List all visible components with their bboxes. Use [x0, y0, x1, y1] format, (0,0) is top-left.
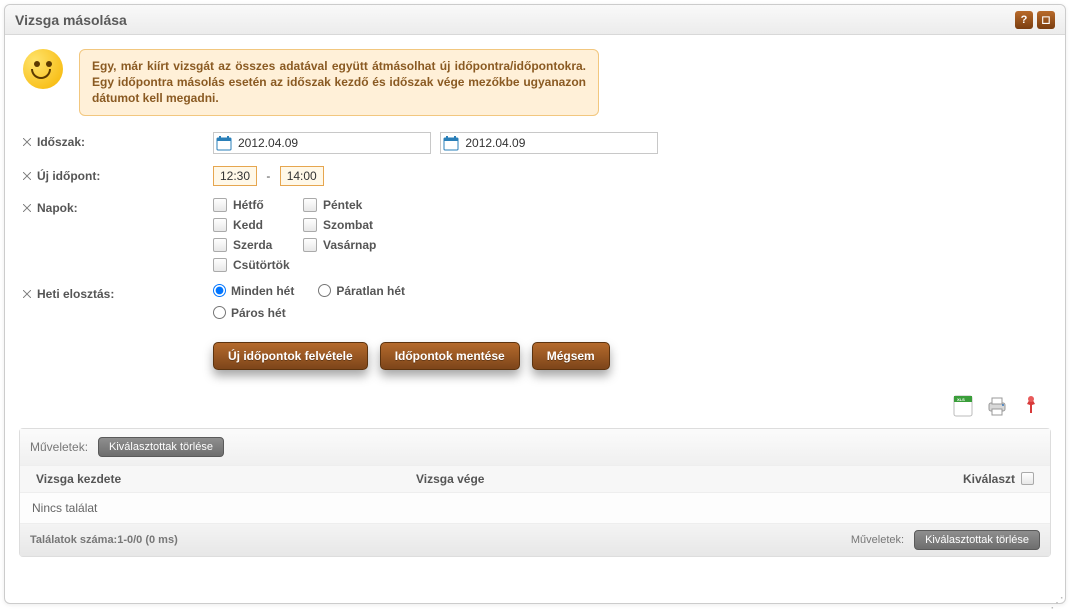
help-button[interactable]: ? [1015, 11, 1033, 29]
calendar-icon [443, 135, 459, 151]
svg-text:XLS: XLS [957, 397, 965, 402]
chk-sunday-box[interactable] [303, 238, 317, 252]
add-times-button[interactable]: Új időpontok felvétele [213, 342, 368, 370]
calendar-icon [216, 135, 232, 151]
col-header-end[interactable]: Vizsga vége [416, 472, 924, 486]
results-grid: Műveletek: Kiválasztottak törlése Vizsga… [19, 428, 1051, 557]
newtime-from-input[interactable] [213, 166, 257, 186]
label-newtime: Új időpont: [23, 166, 213, 183]
save-times-button[interactable]: Időpontok mentése [380, 342, 520, 370]
chk-tuesday[interactable]: Kedd [213, 218, 303, 232]
radio-every-week[interactable]: Minden hét [213, 284, 294, 298]
delete-selected-button-top[interactable]: Kiválasztottak törlése [98, 437, 224, 457]
period-start-field[interactable] [213, 132, 431, 154]
label-period: Időszak: [23, 132, 213, 149]
chk-friday[interactable]: Péntek [303, 198, 423, 212]
chk-monday-box[interactable] [213, 198, 227, 212]
chk-saturday-box[interactable] [303, 218, 317, 232]
pin-icon[interactable] [1017, 392, 1045, 420]
chk-friday-box[interactable] [303, 198, 317, 212]
chk-wednesday-box[interactable] [213, 238, 227, 252]
radio-odd-week[interactable]: Páratlan hét [318, 284, 405, 298]
radio-odd-week-input[interactable] [318, 284, 331, 297]
radio-even-week[interactable]: Páros hét [213, 306, 286, 320]
export-xls-icon[interactable]: XLS [949, 392, 977, 420]
chk-thursday[interactable]: Csütörtök [213, 258, 303, 272]
period-start-input[interactable] [238, 136, 388, 150]
chk-monday[interactable]: Hétfő [213, 198, 303, 212]
titlebar: Vizsga másolása ? ◻ [5, 5, 1065, 35]
smiley-icon [23, 49, 63, 89]
chk-wednesday[interactable]: Szerda [213, 238, 303, 252]
grid-footer-count: Találatok száma:1-0/0 (0 ms) [30, 534, 178, 546]
cancel-button[interactable]: Mégsem [532, 342, 610, 370]
newtime-to-input[interactable] [280, 166, 324, 186]
chk-thursday-box[interactable] [213, 258, 227, 272]
chk-sunday[interactable]: Vasárnap [303, 238, 423, 252]
grid-ops-label-bottom: Műveletek: [851, 534, 904, 546]
window-title: Vizsga másolása [15, 12, 127, 28]
grid-empty-row: Nincs találat [20, 493, 1050, 524]
label-weekdist: Heti elosztás: [23, 284, 213, 301]
label-days: Napok: [23, 198, 213, 215]
radio-even-week-input[interactable] [213, 306, 226, 319]
grid-ops-label: Műveletek: [30, 440, 88, 454]
select-all-checkbox[interactable] [1021, 472, 1034, 485]
delete-selected-button-bottom[interactable]: Kiválasztottak törlése [914, 530, 1040, 550]
period-end-field[interactable] [440, 132, 658, 154]
chk-tuesday-box[interactable] [213, 218, 227, 232]
radio-every-week-input[interactable] [213, 284, 226, 297]
hint-box: Egy, már kiírt vizsgát az összes adatáva… [79, 49, 599, 116]
col-header-start[interactable]: Vizsga kezdete [36, 472, 416, 486]
period-end-input[interactable] [465, 136, 615, 150]
col-header-select[interactable]: Kiválaszt [924, 472, 1034, 486]
chk-saturday[interactable]: Szombat [303, 218, 423, 232]
print-icon[interactable] [983, 392, 1011, 420]
close-button[interactable]: ◻ [1037, 11, 1055, 29]
time-separator: - [266, 169, 270, 183]
